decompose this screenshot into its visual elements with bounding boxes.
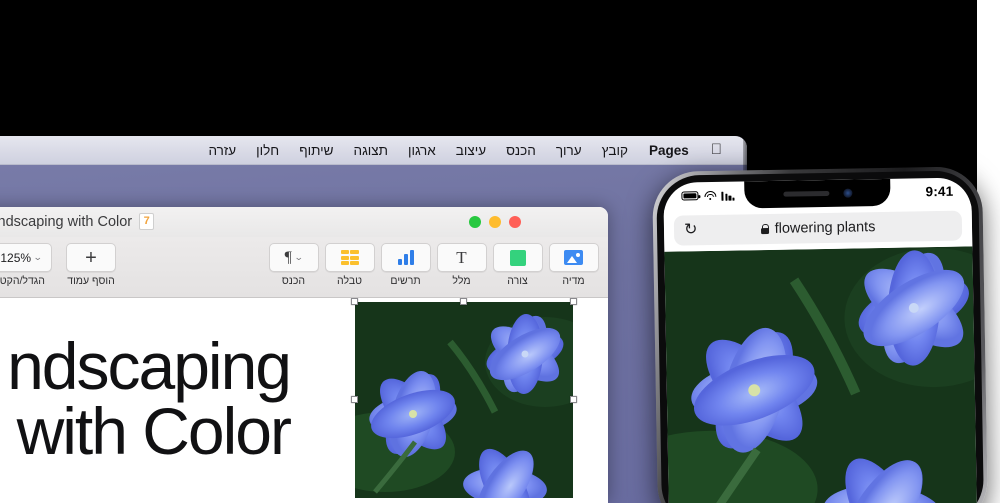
minimize-button[interactable]: [489, 216, 501, 228]
toolbar-add-page-label: הוסף עמוד: [67, 275, 115, 287]
earpiece-speaker-icon: [782, 190, 829, 197]
toolbar-zoom[interactable]: 125% ⌄ הגדל/הקטן: [0, 243, 56, 287]
resize-handle-middle-left[interactable]: [351, 396, 358, 403]
document-heading-line2: with Color: [16, 393, 292, 468]
iphone-screen[interactable]: 9:41 ↻ flowering plants: [663, 177, 978, 503]
toolbar-chart-label: תרשים: [390, 275, 421, 287]
menu-format[interactable]: עיצוב: [446, 143, 496, 158]
chart-icon[interactable]: [380, 243, 431, 272]
shape-icon[interactable]: [492, 243, 543, 272]
resize-handle-top-left[interactable]: [351, 298, 358, 305]
document-canvas[interactable]: ndscaping with Color: [0, 298, 608, 503]
toolbar-media-label: מדיה: [562, 275, 585, 287]
resize-handle-top-center[interactable]: [460, 298, 467, 305]
zoom-level-value: 125%: [0, 250, 32, 265]
menu-file[interactable]: קובץ: [592, 143, 638, 158]
wifi-icon: [703, 190, 716, 201]
pages-document-icon: 7: [139, 213, 155, 230]
iphone-device: 9:41 ↻ flowering plants: [652, 166, 989, 503]
text-box-icon[interactable]: T: [436, 243, 487, 272]
menu-view[interactable]: תצוגה: [344, 143, 398, 158]
document-heading[interactable]: ndscaping with Color: [0, 333, 292, 468]
front-camera-icon: [842, 188, 852, 198]
toolbar-shape[interactable]: צורה: [491, 243, 544, 287]
resize-handle-top-right[interactable]: [570, 298, 577, 305]
iphone-notch: [744, 178, 891, 209]
table-icon[interactable]: [324, 243, 375, 272]
toolbar-insert-label: הכנס: [281, 275, 306, 287]
toolbar-text-label: מלל: [452, 275, 471, 287]
page-title: Landscaping with Color: [0, 213, 133, 230]
toolbar-table-label: טבלה: [337, 275, 362, 287]
pages-toolbar[interactable]: מדיה צורה T מלל תרשים טבלה ¶ ⌄ הכנס + הו…: [0, 237, 608, 298]
menu-window[interactable]: חלון: [246, 143, 289, 158]
toolbar-table[interactable]: טבלה: [323, 243, 376, 287]
flower-image[interactable]: [351, 298, 577, 498]
flower-image-content: [355, 302, 573, 498]
toolbar-shape-label: צורה: [507, 275, 528, 287]
toolbar-insert-group: מדיה צורה T מלל תרשים טבלה ¶ ⌄ הכנס: [267, 243, 600, 287]
screenshot-scene:  Pages קובץ ערוך הכנס עיצוב ארגון תצוגה…: [0, 0, 1000, 503]
menu-share[interactable]: שיתוף: [289, 143, 343, 158]
status-indicators: [681, 190, 735, 201]
close-button[interactable]: [509, 216, 521, 228]
menu-pages[interactable]: Pages: [638, 143, 700, 158]
window-title-bar[interactable]: 7 Landscaping with Color ⌄: [0, 207, 608, 237]
toolbar-media[interactable]: מדיה: [547, 243, 600, 287]
toolbar-chart[interactable]: תרשים: [379, 243, 432, 287]
safari-toolbar[interactable]: ↻ flowering plants: [663, 204, 973, 252]
status-bar-time: 9:41: [925, 183, 954, 200]
menu-edit[interactable]: ערוך: [546, 143, 592, 158]
toolbar-text[interactable]: T מלל: [435, 243, 488, 287]
media-icon[interactable]: [548, 243, 599, 272]
battery-icon: [681, 191, 699, 201]
reload-icon[interactable]: ↻: [684, 221, 698, 238]
document-title-group[interactable]: 7 Landscaping with Color ⌄: [0, 213, 155, 230]
flower-photo-svg: [664, 246, 978, 503]
zoom-level-control[interactable]: 125% ⌄: [0, 243, 52, 272]
toolbar-add-page[interactable]: + הוסף עמוד: [59, 243, 123, 287]
zoom-button[interactable]: [469, 216, 481, 228]
menu-arrange[interactable]: ארגון: [398, 143, 446, 158]
safari-url-text: flowering plants: [774, 219, 876, 237]
menu-insert[interactable]: הכנס: [496, 143, 546, 158]
flower-artwork-svg: [355, 302, 573, 498]
safari-address-bar[interactable]: ↻ flowering plants: [673, 210, 963, 246]
macos-menu-bar[interactable]:  Pages קובץ ערוך הכנס עיצוב ארגון תצוגה…: [0, 136, 747, 165]
cellular-signal-icon: [721, 190, 735, 201]
plus-icon[interactable]: +: [66, 243, 116, 272]
pilcrow-icon[interactable]: ¶ ⌄: [268, 243, 319, 272]
menu-help[interactable]: עזרה: [199, 143, 247, 158]
flower-photo[interactable]: [664, 246, 978, 503]
toolbar-insert[interactable]: ¶ ⌄ הכנס: [267, 243, 320, 287]
document-heading-line1: ndscaping: [7, 329, 292, 403]
window-controls[interactable]: [469, 216, 521, 228]
toolbar-view-group: + הוסף עמוד 125% ⌄ הגדל/הקטן ⌄ תצוגה: [0, 243, 123, 287]
pages-window[interactable]: 7 Landscaping with Color ⌄ מדיה צורה T מ…: [0, 207, 608, 503]
resize-handle-middle-right[interactable]: [570, 396, 577, 403]
apple-logo-icon[interactable]: : [700, 142, 735, 159]
toolbar-zoom-label: הגדל/הקטן: [0, 275, 45, 287]
chevron-down-icon[interactable]: ⌄: [33, 252, 43, 263]
lock-icon: [761, 224, 769, 234]
